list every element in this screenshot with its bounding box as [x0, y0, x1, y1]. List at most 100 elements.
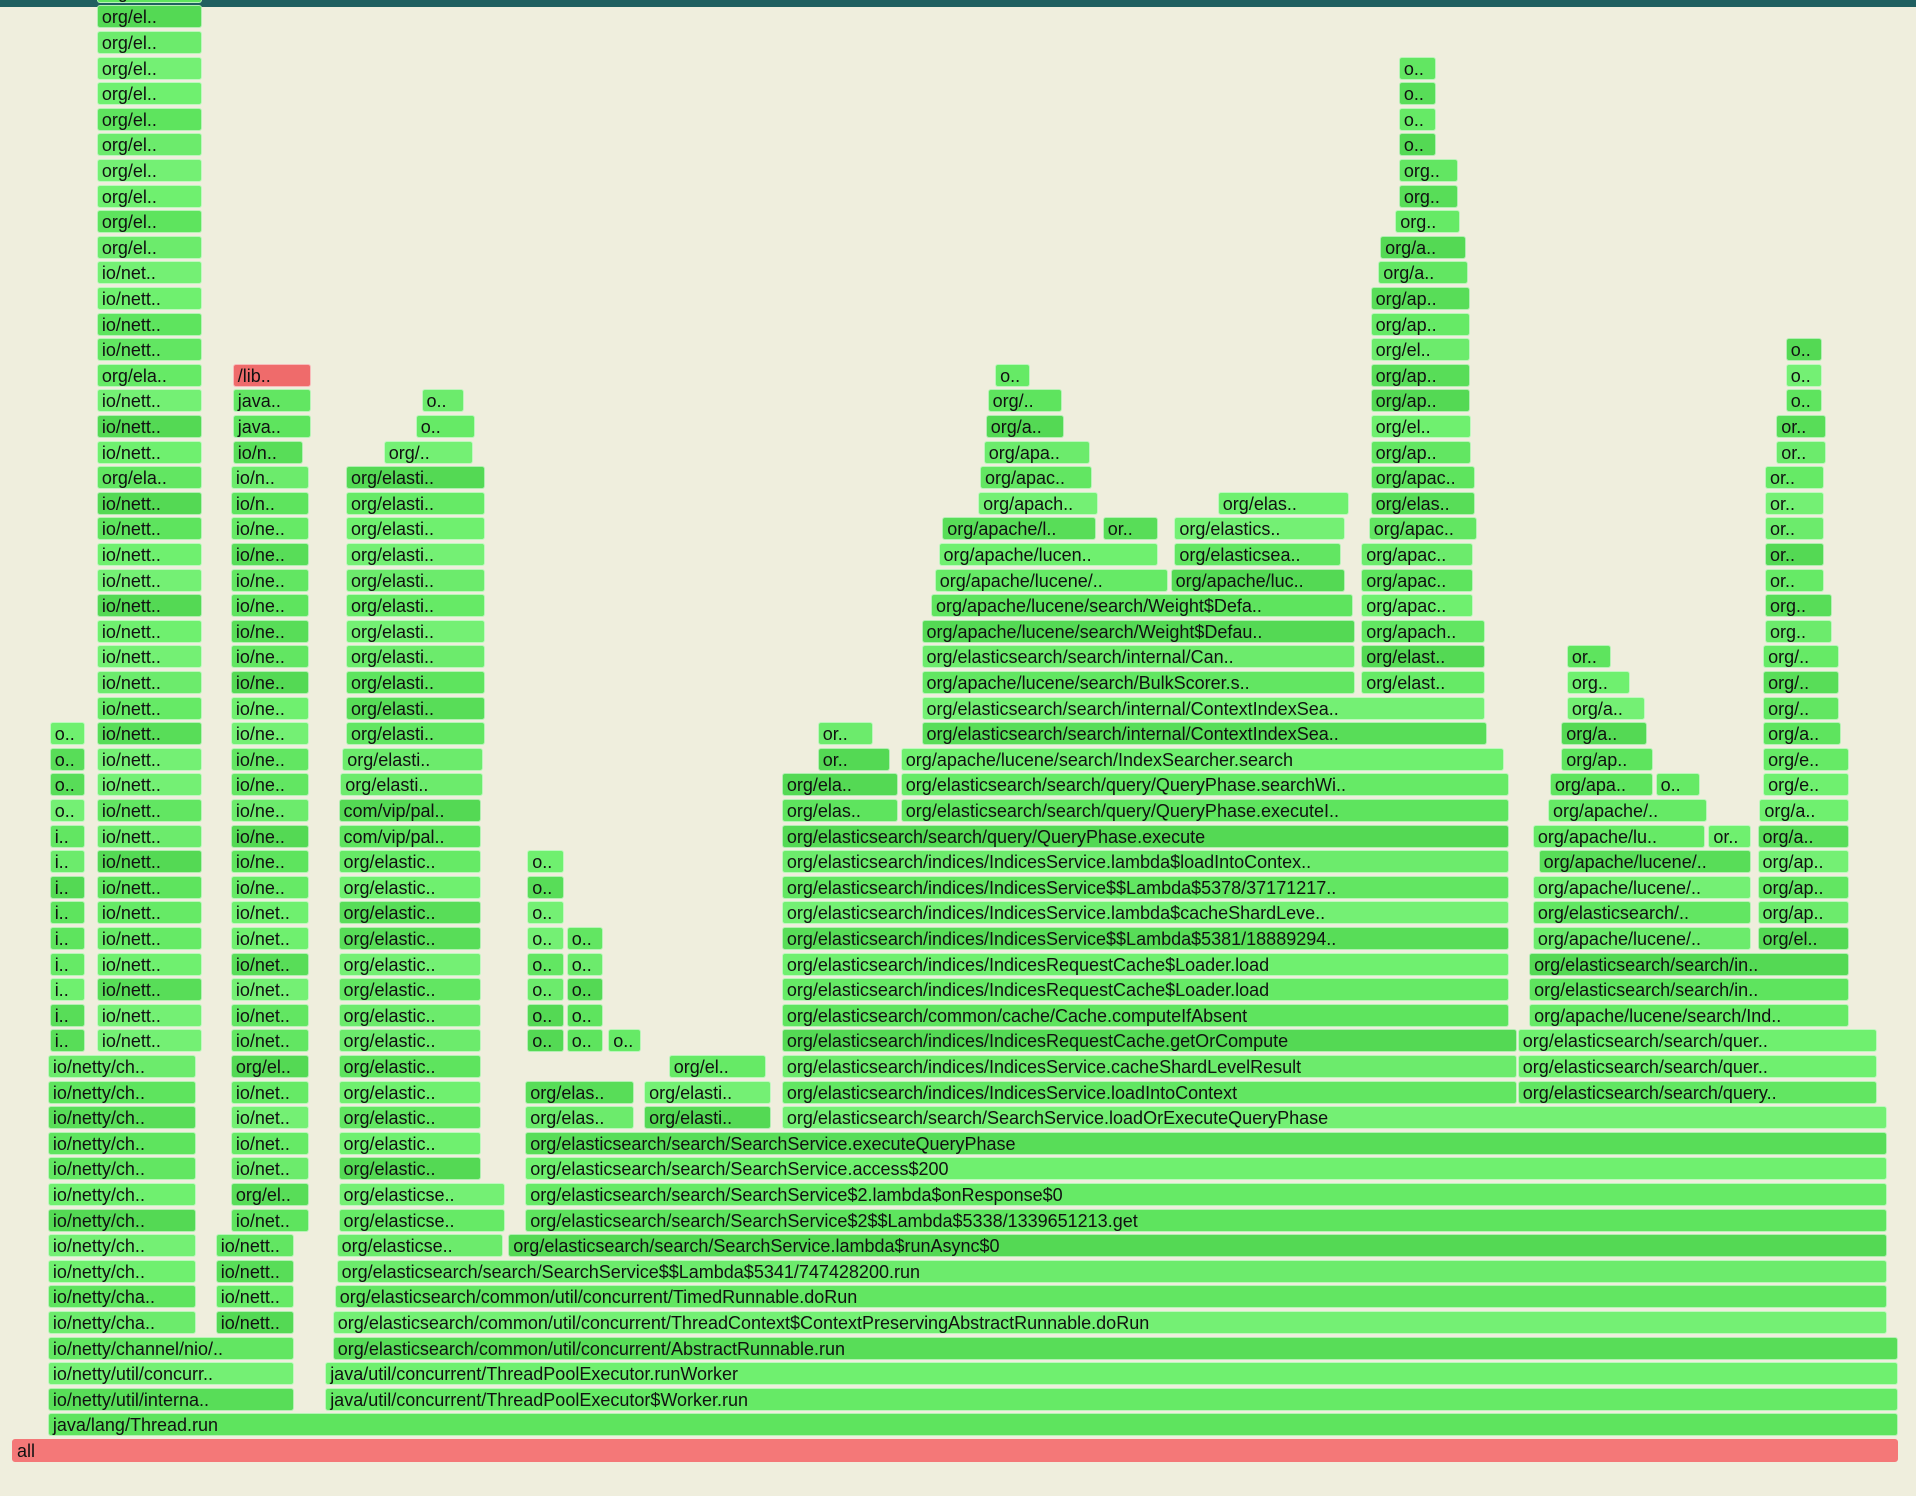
flame-frame[interactable]: org..	[1765, 619, 1832, 643]
flame-frame[interactable]: org/elasti..	[644, 1080, 772, 1104]
flame-frame[interactable]: org/elasticsearch/search/SearchService.l…	[508, 1234, 1887, 1258]
flame-frame[interactable]: or..	[1102, 517, 1159, 541]
flame-frame[interactable]: org/elast..	[1361, 671, 1485, 694]
flame-frame[interactable]: org/elastic..	[338, 952, 481, 976]
flame-frame[interactable]: org/elasticsearch/indices/IndicesService…	[781, 1080, 1517, 1104]
flame-frame[interactable]: or..	[817, 722, 874, 746]
flame-frame[interactable]: or..	[1566, 645, 1612, 669]
flame-frame[interactable]: org/e..	[1763, 747, 1849, 771]
flame-frame[interactable]: org/elastic..	[338, 901, 481, 925]
flame-frame[interactable]: org/elastic..	[338, 978, 481, 1002]
flame-frame[interactable]: org/ap..	[1370, 312, 1470, 336]
flame-frame[interactable]: io/nett..	[96, 747, 202, 771]
flame-frame[interactable]: org/ela..	[781, 773, 898, 797]
flame-frame[interactable]: /lib..	[232, 363, 312, 387]
flame-frame[interactable]: org/elasticsearch/search/internal/Can..	[921, 645, 1355, 669]
flame-frame[interactable]: org/elasticsearch/indices/IndicesRequest…	[781, 952, 1510, 976]
flame-frame[interactable]: io/ne..	[230, 875, 310, 899]
flame-frame[interactable]: org..	[1566, 671, 1631, 694]
flame-frame[interactable]: io/nett..	[96, 517, 202, 541]
flame-frame[interactable]: io/ne..	[230, 671, 310, 694]
flame-frame[interactable]: org/apa..	[1549, 773, 1653, 797]
flame-frame[interactable]: o..	[527, 1029, 564, 1053]
flame-frame[interactable]: org/ap..	[1561, 747, 1653, 771]
flame-frame[interactable]: io/net..	[230, 1157, 310, 1181]
flame-frame[interactable]: org/elasti..	[346, 491, 485, 515]
flame-frame[interactable]: all	[12, 1439, 1898, 1462]
flame-frame[interactable]: org..	[1765, 594, 1832, 618]
flame-frame[interactable]: io/nett..	[215, 1259, 295, 1283]
flame-frame[interactable]: o..	[49, 799, 85, 822]
flame-frame[interactable]: io/netty/cha..	[47, 1285, 196, 1309]
flame-frame[interactable]: o..	[566, 1029, 604, 1053]
flame-frame[interactable]: io/net..	[230, 952, 310, 976]
flame-frame[interactable]: io/netty/ch..	[47, 1259, 196, 1283]
flame-frame[interactable]: io/net..	[230, 901, 310, 925]
flame-frame[interactable]: org/ap..	[1757, 875, 1849, 899]
flame-frame[interactable]: io/nett..	[96, 773, 202, 797]
flame-frame[interactable]: io/nett..	[96, 696, 202, 720]
flame-frame[interactable]: o..	[1398, 133, 1436, 157]
flame-frame[interactable]: io/net..	[230, 1131, 310, 1155]
flame-frame[interactable]: org/apache/lucene/..	[1538, 850, 1751, 874]
flame-frame[interactable]: io/nett..	[96, 978, 202, 1002]
flame-frame[interactable]: io/ne..	[230, 645, 310, 669]
flame-frame[interactable]: org/apache/lucene/search/Weight$Defau..	[921, 619, 1355, 643]
flame-frame[interactable]: org/elasticsearch/indices/IndicesService…	[781, 875, 1510, 899]
flame-frame[interactable]: org/elasti..	[644, 1106, 772, 1130]
flame-frame[interactable]: org/el..	[1370, 415, 1472, 438]
flame-frame[interactable]: or..	[1765, 543, 1825, 566]
flame-frame[interactable]: java/util/concurrent/ThreadPoolExecutor.…	[325, 1362, 1898, 1386]
flame-frame[interactable]: io/nett..	[96, 287, 202, 310]
flame-frame[interactable]: io/nett..	[96, 440, 202, 464]
flame-frame[interactable]: io/nett..	[96, 619, 202, 643]
flame-frame[interactable]: org/elasticsearch/search/SearchService$$…	[336, 1259, 1887, 1283]
flame-frame[interactable]: io/nett..	[96, 568, 202, 592]
flame-frame[interactable]: io/net..	[230, 1208, 310, 1232]
flame-frame[interactable]: io/ne..	[230, 722, 310, 746]
flame-frame[interactable]: io/netty/cha..	[47, 1311, 196, 1334]
flame-frame[interactable]: io/ne..	[230, 773, 310, 797]
flame-frame[interactable]: org/elasticsearch/indices/IndicesService…	[781, 850, 1510, 874]
flame-frame[interactable]: org/elasticsearch/indices/IndicesRequest…	[781, 978, 1510, 1002]
flame-frame[interactable]: io/nett..	[96, 491, 202, 515]
flame-frame[interactable]: org/elasticsearch/common/util/concurrent…	[334, 1285, 1887, 1309]
flame-frame[interactable]: o..	[1398, 56, 1436, 80]
flame-frame[interactable]: org/el..	[96, 5, 202, 29]
flame-frame[interactable]: io/ne..	[230, 568, 310, 592]
flame-frame[interactable]: org/apache/lucene/..	[1532, 875, 1751, 899]
flame-frame[interactable]: io/nett..	[96, 901, 202, 925]
flame-frame[interactable]: org/ap..	[1370, 363, 1470, 387]
flame-frame[interactable]: org/el..	[96, 184, 202, 208]
flame-frame[interactable]: org..	[1398, 159, 1459, 182]
flame-frame[interactable]: o..	[49, 722, 85, 746]
flame-frame[interactable]: or..	[1765, 517, 1825, 541]
flame-frame[interactable]: org/apac..	[1361, 568, 1474, 592]
flame-frame[interactable]: io/nett..	[215, 1234, 295, 1258]
flame-frame[interactable]: io/nett..	[96, 1029, 202, 1053]
flame-frame[interactable]: o..	[566, 927, 604, 950]
flame-frame[interactable]: org/elasti..	[342, 747, 483, 771]
flame-frame[interactable]: io/nett..	[96, 850, 202, 874]
flame-frame[interactable]: org/el..	[96, 107, 202, 131]
flame-frame[interactable]: io/nett..	[215, 1285, 295, 1309]
flame-frame[interactable]: org/elasticse..	[338, 1183, 506, 1206]
flame-frame[interactable]: io/ne..	[230, 594, 310, 618]
flame-frame[interactable]: org/apach..	[978, 491, 1098, 515]
flame-frame[interactable]: io/nett..	[96, 824, 202, 848]
flame-frame[interactable]: org/apache/lu..	[1532, 824, 1706, 848]
flame-frame[interactable]: org/elasticsearch/search/query..	[1517, 1080, 1878, 1104]
flame-frame[interactable]: org/elastic..	[338, 1106, 481, 1130]
flame-frame[interactable]: io/nett..	[96, 312, 202, 336]
flame-frame[interactable]: org/elasticsearch/search/in..	[1529, 978, 1849, 1002]
flame-frame[interactable]: o..	[527, 978, 564, 1002]
flame-frame[interactable]: o..	[527, 901, 564, 925]
flame-frame[interactable]: io/n..	[230, 466, 310, 490]
flame-frame[interactable]: java/lang/Thread.run	[47, 1413, 1898, 1437]
flame-frame[interactable]: org/elasti..	[346, 619, 485, 643]
flame-frame[interactable]: i..	[49, 952, 85, 976]
flame-frame[interactable]: or..	[1708, 824, 1751, 848]
flame-frame[interactable]: o..	[1785, 389, 1823, 413]
flame-frame[interactable]: io/ne..	[230, 824, 310, 848]
flame-frame[interactable]: org/el..	[1370, 338, 1470, 362]
